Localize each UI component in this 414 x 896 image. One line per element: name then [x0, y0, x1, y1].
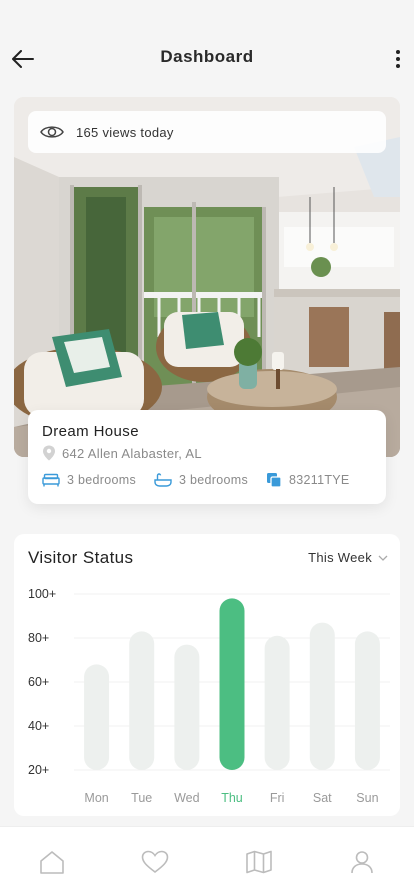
- chart-bar-mon[interactable]: [84, 664, 110, 770]
- tab-map[interactable]: [239, 842, 279, 882]
- y-tick-label: 100+: [28, 587, 56, 601]
- y-tick-label: 60+: [28, 675, 49, 689]
- x-tick-label: Fri: [270, 791, 285, 805]
- bathtub-icon: [154, 473, 172, 487]
- chart-bar-sun[interactable]: [354, 631, 380, 770]
- chart-bar-thu[interactable]: [219, 598, 245, 770]
- eye-icon: [40, 126, 64, 138]
- map-icon: [245, 850, 272, 873]
- copy-icon: [267, 473, 282, 488]
- feature-label: 83211TYE: [289, 473, 350, 487]
- feature-code: 83211TYE: [266, 472, 350, 488]
- chart-bar-sat[interactable]: [309, 622, 335, 770]
- property-info-card[interactable]: Dream House 642 Allen Alabaster, AL 3 be…: [28, 410, 386, 504]
- feature-label: 3 bedrooms: [67, 473, 137, 487]
- location-pin-icon: [43, 445, 55, 461]
- more-vertical-icon: [396, 50, 400, 68]
- home-icon: [39, 850, 64, 874]
- y-tick-label: 40+: [28, 719, 49, 733]
- feature-label: 3 bedrooms: [179, 473, 249, 487]
- bed-icon: [42, 473, 60, 487]
- property-features: 3 bedrooms 3 bedrooms 83211TYE: [42, 472, 372, 488]
- visitor-status-card: Visitor Status This Week 100+ 80+ 60+ 40+ 20…: [14, 534, 400, 816]
- visitor-bar-chart: 100+ 80+ 60+ 40+ 20+ Mon Tue Wed Thu Fri Sat Sun: [28, 587, 390, 805]
- x-tick-label: Sun: [356, 791, 378, 805]
- x-tick-label: Mon: [84, 791, 108, 805]
- x-tick-label: Tue: [131, 791, 152, 805]
- chart-bar-wed[interactable]: [174, 644, 200, 770]
- tab-home[interactable]: [32, 842, 72, 882]
- feature-bathrooms: 3 bedrooms: [154, 473, 248, 487]
- property-name: Dream House: [42, 423, 139, 440]
- y-tick-label: 80+: [28, 631, 49, 645]
- chart-bar-fri[interactable]: [264, 635, 290, 770]
- y-tick-label: 20+: [28, 763, 49, 777]
- property-address: 642 Allen Alabaster, AL: [42, 445, 372, 461]
- chart-bar-tue[interactable]: [129, 631, 155, 770]
- property-address-text: 642 Allen Alabaster, AL: [62, 445, 202, 461]
- x-tick-label: Sat: [313, 791, 332, 805]
- feature-bedrooms: 3 bedrooms: [42, 473, 136, 487]
- page-title: Dashboard: [160, 47, 254, 66]
- profile-icon: [351, 850, 374, 873]
- x-tick-label: Wed: [174, 791, 200, 805]
- heart-icon: [141, 850, 169, 873]
- bottom-tab-bar: [0, 826, 414, 896]
- tab-favorites[interactable]: [135, 842, 175, 882]
- app-header: Dashboard: [0, 0, 414, 100]
- views-today-badge: 165 views today: [28, 111, 386, 153]
- x-tick-label: Thu: [221, 791, 243, 805]
- property-photo[interactable]: 165 views today: [14, 97, 400, 457]
- tab-profile[interactable]: [342, 842, 382, 882]
- more-options-button[interactable]: [390, 46, 406, 72]
- views-count-text: 165 views today: [76, 124, 174, 140]
